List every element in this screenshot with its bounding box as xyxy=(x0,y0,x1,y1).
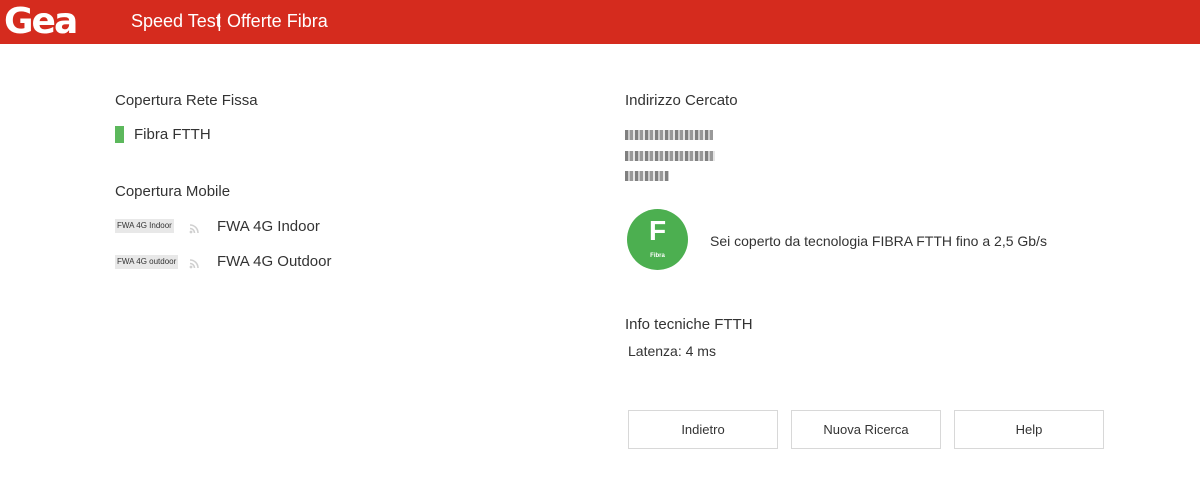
fiber-ftth-label: Fibra FTTH xyxy=(134,126,211,143)
address-line-blurred xyxy=(625,171,669,181)
fibra-badge-letter: F xyxy=(648,215,667,246)
fibra-badge-caption: Fibra xyxy=(650,253,665,259)
address-line-blurred xyxy=(625,130,713,140)
wifi-icon xyxy=(189,259,199,269)
fwa-indoor-label: FWA 4G Indoor xyxy=(217,218,320,235)
latency-value: Latenza: 4 ms xyxy=(628,343,716,359)
new-search-button[interactable]: Nuova Ricerca xyxy=(791,410,941,449)
mobile-coverage-title: Copertura Mobile xyxy=(115,183,231,200)
fwa-indoor-tag: FWA 4G Indoor xyxy=(115,219,174,233)
fwa-outdoor-tag: FWA 4G outdoor xyxy=(115,255,179,269)
help-button[interactable]: Help xyxy=(954,410,1104,449)
fixed-coverage-title: Copertura Rete Fissa xyxy=(115,92,258,109)
back-button[interactable]: Indietro xyxy=(628,410,778,449)
tech-info-title: Info tecniche FTTH xyxy=(625,316,753,333)
address-line-blurred xyxy=(625,151,715,161)
coverage-message: Sei coperto da tecnologia FIBRA FTTH fin… xyxy=(710,233,1047,249)
nav-separator: | xyxy=(217,11,222,31)
header-bar: Gea Speed Test | Offerte Fibra xyxy=(0,0,1200,44)
fibra-badge: F Fibra xyxy=(627,209,688,270)
fiber-status-indicator xyxy=(115,126,124,143)
wifi-icon xyxy=(189,224,199,234)
nav-speed-test[interactable]: Speed Test xyxy=(131,10,221,32)
gea-logo[interactable]: Gea xyxy=(4,4,78,40)
searched-address-title: Indirizzo Cercato xyxy=(625,92,738,109)
nav-offerte-fibra[interactable]: Offerte Fibra xyxy=(227,10,328,32)
fwa-outdoor-label: FWA 4G Outdoor xyxy=(217,253,332,270)
